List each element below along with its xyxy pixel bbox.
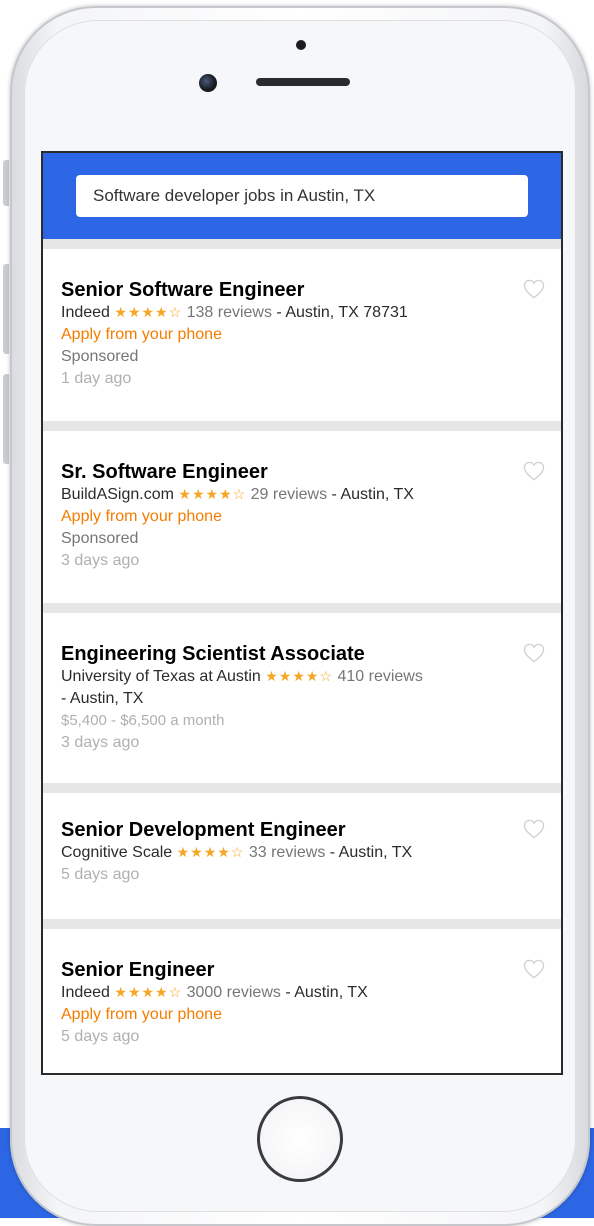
posted-date: 5 days ago [61,866,140,883]
job-card[interactable]: Senior Software Engineer Indeed ★★★★☆ 13… [43,249,561,421]
heart-outline-icon[interactable] [523,819,545,839]
job-location: - Austin, TX [61,690,144,707]
app-screen: Software developer jobs in Austin, TX Se… [41,151,563,1075]
rating-stars: ★★★★☆ [114,304,183,320]
heart-outline-icon[interactable] [523,461,545,481]
job-title[interactable]: Engineering Scientist Associate [61,643,543,665]
job-title[interactable]: Senior Software Engineer [61,279,543,301]
company-name[interactable]: University of Texas at Austin [61,668,261,685]
job-card[interactable]: Sr. Software Engineer BuildASign.com ★★★… [43,431,561,603]
posted-date: 3 days ago [61,734,140,751]
job-company-line: Indeed ★★★★☆ 138 reviews - Austin, TX 78… [61,301,543,324]
salary-range: $5,400 - $6,500 a month [61,712,225,729]
rating-stars: ★★★★☆ [114,984,183,1000]
job-title[interactable]: Sr. Software Engineer [61,461,543,483]
company-name[interactable]: BuildASign.com [61,486,174,503]
company-name[interactable]: Cognitive Scale [61,844,172,861]
apply-badge: Apply from your phone [61,1006,222,1023]
rating-stars: ★★★★☆ [178,486,247,502]
apply-badge: Apply from your phone [61,326,222,343]
review-count[interactable]: 33 reviews [249,844,325,861]
front-camera [199,74,217,92]
home-button[interactable] [257,1096,343,1182]
job-location: - Austin, TX 78731 [271,304,408,321]
review-count[interactable]: 29 reviews [251,486,327,503]
posted-date: 1 day ago [61,370,132,387]
review-count[interactable]: 138 reviews [187,304,272,321]
job-card[interactable]: Engineering Scientist Associate Universi… [43,613,561,783]
apply-badge: Apply from your phone [61,508,222,525]
rating-stars: ★★★★☆ [265,668,334,684]
job-card[interactable]: Senior Development Engineer Cognitive Sc… [43,793,561,919]
posted-date: 5 days ago [61,1028,140,1045]
job-title[interactable]: Senior Development Engineer [61,819,543,841]
company-name[interactable]: Indeed [61,304,110,321]
job-location: - Austin, TX [327,486,414,503]
job-location: - Austin, TX [280,984,368,1001]
heart-outline-icon[interactable] [523,959,545,979]
review-count[interactable]: 3000 reviews [187,984,281,1001]
proximity-sensor [296,40,306,50]
rating-stars: ★★★★☆ [176,844,245,860]
company-name[interactable]: Indeed [61,984,110,1001]
mute-switch [3,160,9,206]
job-company-line: University of Texas at Austin ★★★★☆ 410 … [61,665,543,688]
job-list: Senior Software Engineer Indeed ★★★★☆ 13… [43,239,561,1073]
job-company-line: Indeed ★★★★☆ 3000 reviews - Austin, TX [61,981,543,1004]
job-location: - Austin, TX [325,844,413,861]
job-company-line: Cognitive Scale ★★★★☆ 33 reviews - Austi… [61,841,543,864]
posted-date: 3 days ago [61,552,140,569]
earpiece-speaker [256,78,350,86]
search-input[interactable]: Software developer jobs in Austin, TX [76,175,528,217]
sponsored-label: Sponsored [61,348,139,365]
review-count[interactable]: 410 reviews [337,668,422,685]
search-header: Software developer jobs in Austin, TX [43,153,561,239]
job-company-line: BuildASign.com ★★★★☆ 29 reviews - Austin… [61,483,543,506]
volume-up-button [3,264,9,354]
heart-outline-icon[interactable] [523,643,545,663]
volume-down-button [3,374,9,464]
job-title[interactable]: Senior Engineer [61,959,543,981]
heart-outline-icon[interactable] [523,279,545,299]
sponsored-label: Sponsored [61,530,139,547]
job-card[interactable]: Senior Engineer Indeed ★★★★☆ 3000 review… [43,929,561,1073]
